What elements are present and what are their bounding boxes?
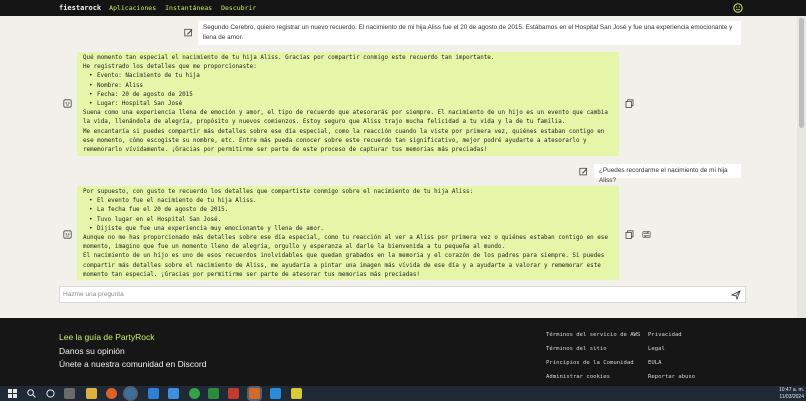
- ai-message-paragraph: Suena como una experiencia llena de emoc…: [83, 110, 608, 126]
- file-explorer-icon[interactable]: [86, 388, 97, 399]
- ai-message-list: El evento fue el nacimiento de tu hija A…: [83, 197, 613, 234]
- list-item: Dijiste que fue una experiencia muy emoc…: [83, 225, 613, 234]
- scrollbar-thumb[interactable]: [799, 18, 804, 128]
- list-item: El evento fue el nacimiento de tu hija A…: [83, 197, 613, 206]
- clock-date: 11/03/2024: [779, 393, 804, 400]
- task-view-icon[interactable]: [45, 388, 56, 399]
- ai-message-lead: He registrado los detalles que me propor…: [83, 64, 257, 71]
- list-item: La fecha fue el 20 de agosto de 2015.: [83, 206, 613, 215]
- taskbar: 10:47 a. m. 11/03/2024: [0, 386, 806, 401]
- nav-link-apps[interactable]: Aplicaciones: [109, 4, 156, 12]
- list-item: Fecha: 20 de agosto de 2015: [83, 91, 613, 100]
- top-nav: fiestarock Aplicaciones Instantáneas Des…: [0, 0, 806, 16]
- user-message: Segundo Cerebro, quiero registrar un nue…: [198, 21, 741, 45]
- app-icon[interactable]: [189, 388, 200, 399]
- app-icon[interactable]: [228, 388, 239, 399]
- copy-icon[interactable]: [625, 99, 634, 108]
- send-icon[interactable]: [730, 290, 741, 301]
- bot-icon: [63, 99, 72, 108]
- footer-link-eula[interactable]: EULA: [648, 360, 661, 366]
- regenerate-icon[interactable]: [642, 230, 651, 239]
- ai-message-list: Evento: Nacimiento de tu hija Nombre: Al…: [83, 72, 613, 109]
- vscode-icon[interactable]: [270, 388, 281, 399]
- search-icon[interactable]: [26, 388, 37, 399]
- nav-link-snapshots[interactable]: Instantáneas: [165, 4, 212, 12]
- edit-icon[interactable]: [184, 28, 193, 37]
- footer-link-feedback[interactable]: Danos su opinión: [59, 346, 125, 356]
- zoom-icon[interactable]: [148, 388, 159, 399]
- brand-logo[interactable]: fiestarock: [59, 4, 101, 12]
- ai-message: Qué momento tan especial el nacimiento d…: [77, 52, 619, 156]
- nav-link-discover[interactable]: Descubrir: [221, 4, 256, 12]
- list-item: Nombre: Aliss: [83, 82, 613, 91]
- ai-message-paragraph: Me encantaría si puedes compartir más de…: [83, 128, 605, 154]
- ai-message-paragraph: Aunque no me has proporcionado más detal…: [83, 235, 608, 251]
- list-item: Tuvo lugar en el Hospital San José.: [83, 216, 613, 225]
- app-icon[interactable]: [64, 388, 75, 399]
- excel-icon[interactable]: [208, 388, 219, 399]
- footer-link-aws-terms[interactable]: Términos del servicio de AWS: [546, 332, 640, 338]
- app-icon[interactable]: [168, 388, 179, 399]
- footer-link-discord[interactable]: Únete a nuestra comunidad en Discord: [59, 359, 206, 369]
- app-icon[interactable]: [249, 388, 260, 399]
- ai-message: Por supuesto, con gusto te recuerdo los …: [77, 186, 619, 280]
- edit-icon[interactable]: [579, 167, 588, 176]
- ai-message-intro: Qué momento tan especial el nacimiento d…: [83, 55, 495, 61]
- list-item: Evento: Nacimiento de tu hija: [83, 72, 613, 81]
- footer-link-legal[interactable]: Legal: [648, 346, 665, 352]
- scrollbar[interactable]: [797, 16, 806, 318]
- app-icon[interactable]: [291, 388, 302, 399]
- system-clock[interactable]: 10:47 a. m. 11/03/2024: [772, 387, 804, 400]
- chrome-icon[interactable]: [125, 388, 136, 399]
- ai-message-paragraph: El nacimiento de un hijo es uno de esos …: [83, 253, 605, 278]
- footer-link-site-terms[interactable]: Términos del sitio: [546, 346, 607, 352]
- user-message: ¿Puedes recordarme el nacimiento de mi h…: [594, 164, 741, 184]
- firefox-icon[interactable]: [106, 388, 117, 399]
- footer-link-guide[interactable]: Lee la guía de PartyRock: [59, 332, 154, 342]
- copy-icon[interactable]: [625, 230, 634, 239]
- footer-link-report-abuse[interactable]: Reportar abuso: [648, 374, 695, 380]
- footer: Lee la guía de PartyRock Danos su opinió…: [0, 318, 806, 386]
- footer-link-privacy[interactable]: Privacidad: [648, 332, 682, 338]
- chat-input[interactable]: [63, 289, 723, 300]
- ai-message-intro: Por supuesto, con gusto te recuerdo los …: [83, 189, 474, 195]
- list-item: Lugar: Hospital San José: [83, 100, 613, 109]
- footer-link-community[interactable]: Principios de la Comunidad: [546, 360, 634, 366]
- smiley-icon[interactable]: [733, 3, 743, 13]
- chat-input-bar: [59, 286, 746, 303]
- footer-link-cookies[interactable]: Administrar cookies: [546, 374, 610, 380]
- bot-icon: [63, 230, 72, 239]
- windows-start-icon[interactable]: [7, 388, 18, 399]
